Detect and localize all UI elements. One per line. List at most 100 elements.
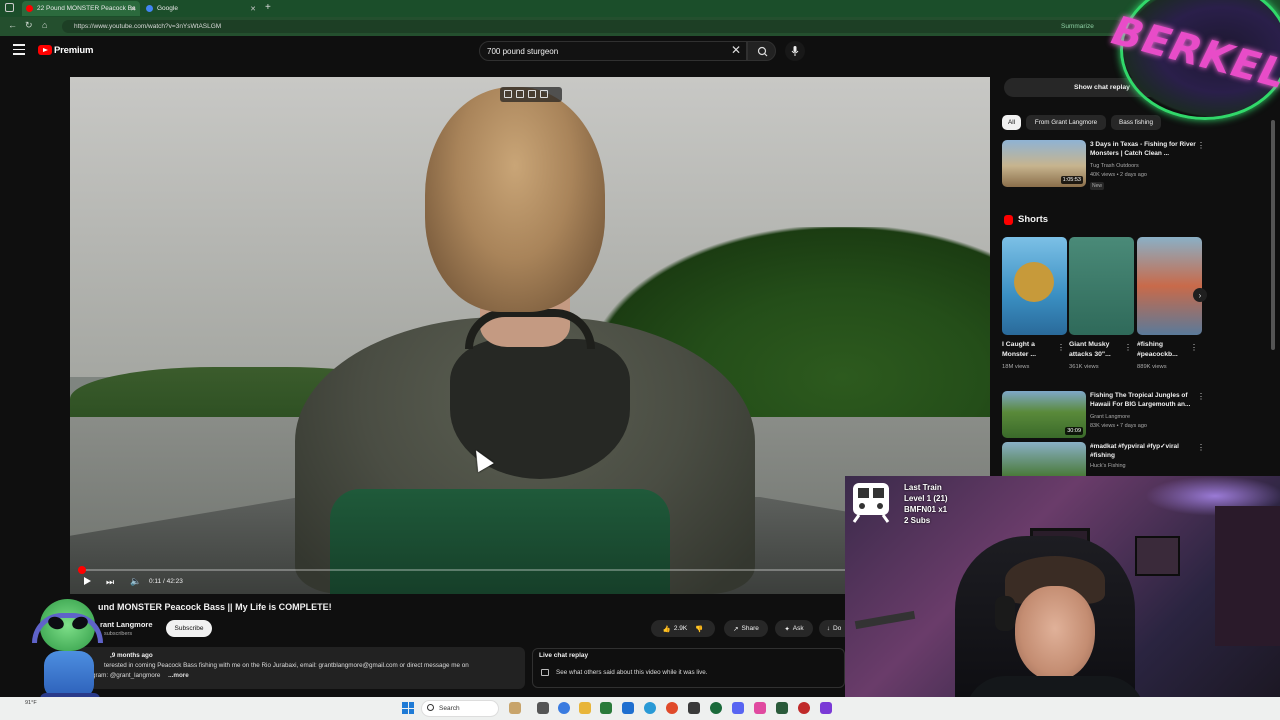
recommendation-channel[interactable]: Huck's Fishing	[1090, 463, 1126, 469]
search-input[interactable]: 700 pound sturgeon	[479, 41, 747, 61]
recommendation-thumbnail[interactable]	[1002, 442, 1086, 476]
video-frame-collar	[465, 309, 595, 349]
video-frame-head	[425, 87, 605, 312]
video-title: und MONSTER Peacock Bass || My Life is C…	[98, 602, 332, 612]
notes-icon[interactable]	[528, 90, 536, 98]
tab-youtube-video[interactable]: 22 Pound MONSTER Peacock Ba ✕	[22, 1, 140, 16]
close-tab-icon[interactable]: ✕	[250, 5, 256, 13]
pip-icon[interactable]	[516, 90, 524, 98]
edge-icon[interactable]	[644, 702, 656, 714]
ask-button[interactable]: ✦ Ask	[775, 620, 813, 637]
video-frame-seat	[330, 489, 670, 594]
store-icon[interactable]	[600, 702, 612, 714]
weather-widget[interactable]: 91°F	[25, 700, 37, 706]
play-icon[interactable]	[84, 577, 91, 585]
file-explorer-icon[interactable]	[579, 702, 591, 714]
description-text: terested in coming Peacock Bass fishing …	[104, 662, 469, 669]
close-icon[interactable]: ✕	[731, 43, 741, 57]
train-code: BMFN01 x1	[904, 505, 948, 514]
new-badge: New	[1090, 182, 1105, 190]
recommendation-thumbnail[interactable]: 1:05:53	[1002, 140, 1086, 187]
recommendation-title[interactable]: 3 Days in Texas - Fishing for River Mons…	[1090, 141, 1202, 158]
reload-icon[interactable]: ↻	[25, 20, 33, 31]
taskbar-app-icon[interactable]	[509, 702, 521, 714]
more-options-icon[interactable]: ⋮	[1057, 343, 1065, 352]
webcam-wall-frame	[1135, 536, 1180, 576]
task-view-icon[interactable]	[537, 702, 549, 714]
chevron-right-icon[interactable]: ›	[1193, 288, 1207, 302]
close-tab-icon[interactable]: ✕	[130, 5, 136, 13]
progress-scrubber[interactable]	[78, 566, 86, 574]
url-text: https://www.youtube.com/watch?v=3nYsWtAS…	[74, 23, 222, 30]
taskbar-app-icon[interactable]	[820, 702, 832, 714]
mic-icon	[791, 46, 799, 56]
short-thumbnail[interactable]	[1069, 237, 1134, 335]
screenshot-icon[interactable]	[504, 90, 512, 98]
share-button[interactable]: ↗ Share	[724, 620, 768, 637]
windows-start-icon[interactable]	[402, 702, 414, 714]
subscribe-button[interactable]: Subscribe	[166, 620, 212, 637]
recommendation-title[interactable]: #madkat #fypviral #fyp✓viral #fishing	[1090, 443, 1202, 460]
train-icon	[852, 483, 890, 523]
chip-from-channel[interactable]: From Grant Langmore	[1026, 115, 1106, 130]
mic-button[interactable]	[785, 41, 805, 61]
webcam-headset	[995, 596, 1015, 631]
settings-icon[interactable]	[540, 90, 548, 98]
back-icon[interactable]: ←	[8, 20, 17, 30]
short-thumbnail[interactable]	[1137, 237, 1202, 335]
next-icon[interactable]: ⏭	[106, 577, 114, 588]
thumbs-down-icon[interactable]: 👎	[695, 625, 703, 633]
search-button[interactable]	[747, 41, 776, 61]
shorts-icon	[1004, 215, 1013, 225]
recommendation-meta: 83K views • 7 days ago	[1090, 423, 1147, 429]
more-options-icon[interactable]: ⋮	[1197, 392, 1205, 401]
download-label: Do	[832, 625, 842, 632]
recommendation-channel[interactable]: Tug Trash Outdoors	[1090, 163, 1139, 169]
obs-icon[interactable]	[798, 702, 810, 714]
summarize-button[interactable]: Summarize	[1061, 23, 1094, 30]
more-options-icon[interactable]: ⋮	[1197, 141, 1205, 150]
menu-icon[interactable]	[13, 44, 25, 55]
streamer-logo: BERKEL	[1100, 0, 1280, 125]
like-dislike-group[interactable]: 👍 2.9K 👎	[651, 620, 715, 637]
brand-label[interactable]: Premium	[54, 45, 93, 56]
chrome-icon[interactable]	[710, 702, 722, 714]
volume-icon[interactable]: 🔈	[130, 576, 141, 587]
discord-icon[interactable]	[732, 702, 744, 714]
tab-google[interactable]: Google ✕	[142, 1, 260, 16]
sparkle-icon: ✦	[784, 625, 790, 633]
youtube-logo-icon[interactable]	[38, 45, 52, 55]
home-icon[interactable]: ⌂	[42, 20, 47, 30]
more-options-icon[interactable]: ⋮	[1197, 443, 1205, 452]
sidebar-scrollbar[interactable]	[1271, 120, 1275, 350]
share-label: Share	[741, 625, 759, 632]
short-title[interactable]: Giant Musky attacks 30"...	[1069, 340, 1124, 360]
short-title[interactable]: I Caught a Monster ...	[1002, 340, 1057, 360]
train-level: Level 1 (21)	[904, 494, 948, 503]
short-title[interactable]: #fishing #peacockb...	[1137, 340, 1192, 360]
description-meta: ,9 months ago	[110, 652, 153, 659]
new-tab-icon[interactable]: +	[265, 2, 271, 13]
webcam-shelf	[1215, 506, 1280, 646]
firefox-icon[interactable]	[666, 702, 678, 714]
chip-all[interactable]: All	[1002, 115, 1021, 130]
more-link[interactable]: ...more	[168, 672, 189, 679]
search-icon	[427, 704, 434, 711]
more-options-icon[interactable]: ⋮	[1190, 343, 1198, 352]
recommendation-channel[interactable]: Grant Langmore	[1090, 414, 1130, 420]
extension-overlay-toolbar[interactable]	[500, 87, 562, 102]
taskbar-app-icon[interactable]	[754, 702, 766, 714]
more-options-icon[interactable]: ⋮	[1124, 343, 1132, 352]
recommendation-thumbnail[interactable]: 30:09	[1002, 391, 1086, 438]
recommendation-meta: 40K views • 2 days ago	[1090, 172, 1147, 178]
taskbar-app-icon[interactable]	[688, 702, 700, 714]
short-thumbnail[interactable]	[1002, 237, 1067, 335]
thumbs-up-icon[interactable]: 👍	[663, 625, 671, 633]
tab-actions-icon[interactable]	[5, 3, 14, 12]
copilot-icon[interactable]	[558, 702, 570, 714]
outlook-icon[interactable]	[622, 702, 634, 714]
recommendation-title[interactable]: Fishing The Tropical Jungles of Hawaii F…	[1090, 392, 1202, 409]
time-display: 0:11 / 42:23	[149, 578, 183, 585]
address-bar[interactable]: https://www.youtube.com/watch?v=3nYsWtAS…	[62, 20, 1122, 33]
taskbar-app-icon[interactable]	[776, 702, 788, 714]
